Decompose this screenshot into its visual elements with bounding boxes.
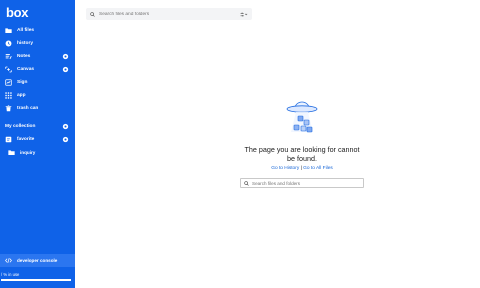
sidebar-item-label: favorite	[17, 137, 35, 142]
sidebar-item-label: All files	[17, 28, 35, 33]
sidebar-item-history[interactable]: history	[0, 37, 75, 50]
sidebar-item-notes[interactable]: Notes	[0, 50, 75, 63]
canvas-settings-icon[interactable]	[62, 66, 69, 73]
favorite-list-icon	[5, 136, 12, 143]
sidebar-item-label: trash can	[17, 106, 39, 111]
sidebar: box All files history Notes Canvas Sign …	[0, 0, 75, 288]
sidebar-item-label: history	[17, 41, 33, 46]
sidebar-item-all-files[interactable]: All files	[0, 24, 75, 37]
sidebar-item-label: Canvas	[17, 67, 35, 72]
code-icon	[5, 257, 12, 264]
clock-icon	[5, 40, 12, 47]
grid-icon	[5, 92, 12, 99]
sidebar-item-label: Sign	[17, 80, 28, 85]
sidebar-item-inquiry[interactable]: inquiry	[0, 146, 75, 159]
box-logo[interactable]: box	[6, 5, 29, 20]
top-search-box[interactable]	[86, 8, 252, 20]
canvas-icon	[5, 66, 12, 73]
trash-icon	[5, 105, 12, 112]
collection-settings-icon[interactable]	[62, 123, 69, 130]
sidebar-nav: All files history Notes Canvas Sign app …	[0, 24, 75, 115]
go-to-history-link[interactable]: Go to History	[271, 166, 299, 171]
main-search-input[interactable]	[252, 180, 362, 186]
top-search-input[interactable]	[99, 11, 229, 17]
notes-icon	[5, 53, 12, 60]
search-icon	[90, 11, 95, 17]
sidebar-item-sign[interactable]: Sign	[0, 76, 75, 89]
sidebar-item-label: app	[17, 93, 26, 98]
sidebar-item-label: inquiry	[20, 150, 36, 155]
collection-title-label: My collection	[5, 124, 36, 129]
search-icon	[244, 180, 249, 186]
not-found-links: Go to History | Go to All Files	[240, 166, 364, 171]
collection-section: My collection favorite inquiry	[0, 120, 75, 159]
collection-title[interactable]: My collection	[0, 120, 75, 133]
sidebar-item-canvas[interactable]: Canvas	[0, 63, 75, 76]
sidebar-item-app[interactable]: app	[0, 89, 75, 102]
sidebar-item-favorite[interactable]: favorite	[0, 133, 75, 146]
developer-console-button[interactable]: developer console	[0, 254, 75, 267]
sidebar-item-trash[interactable]: trash can	[0, 102, 75, 115]
filter-icon	[240, 12, 248, 16]
storage-usage-bar	[1, 279, 71, 281]
not-found-ufo-illustration	[286, 101, 318, 133]
storage-usage-fill	[1, 279, 71, 281]
notes-settings-icon[interactable]	[62, 53, 69, 60]
folder-icon	[5, 27, 12, 34]
storage-usage-text: / % in use	[1, 272, 20, 277]
search-filter-button[interactable]	[238, 10, 250, 18]
sidebar-item-label: Notes	[17, 54, 31, 59]
not-found-message: The page you are looking for cannot be f…	[244, 145, 360, 163]
go-to-all-files-link[interactable]: Go to All Files	[303, 166, 333, 171]
main-search-box[interactable]	[240, 178, 364, 188]
sign-icon	[5, 79, 12, 86]
link-separator: |	[300, 166, 302, 171]
favorite-settings-icon[interactable]	[62, 136, 69, 143]
folder-icon	[8, 149, 15, 156]
developer-console-label: developer console	[17, 258, 58, 263]
